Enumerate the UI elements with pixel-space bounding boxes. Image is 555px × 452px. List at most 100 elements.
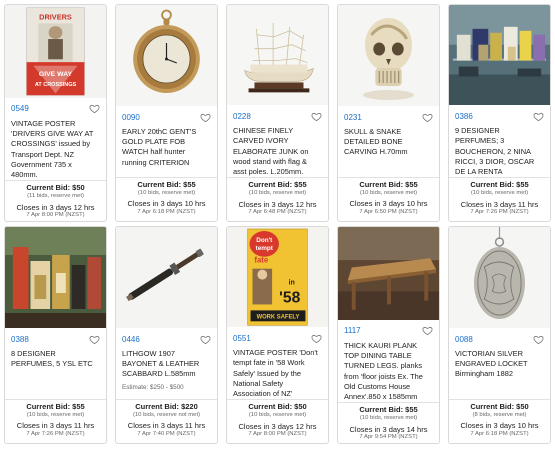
heart-icon[interactable] (422, 112, 433, 123)
bid-panel: Current Bid: $55 (10 bids, reserve met) … (338, 402, 439, 443)
lot-title[interactable]: CHINESE FINELY CARVED IVORY ELABORATE JU… (233, 126, 322, 177)
heart-icon[interactable] (533, 111, 544, 122)
lot-image[interactable] (338, 227, 439, 320)
lot-card[interactable]: 0386 9 DESIGNER PERFUMES; 3 BOUCHERON, 2… (448, 4, 551, 222)
bid-count: (10 bids, reserve met) (248, 411, 307, 418)
lot-number-link[interactable]: 0231 (344, 113, 362, 122)
bid-panel: Current Bid: $55 (10 bids, reserve met) … (227, 177, 328, 221)
lot-title[interactable]: 8 DESIGNER PERFUMES, 5 YSL ETC (11, 349, 100, 369)
bid-panel: Current Bid: $50 (11 bids, reserve met) … (5, 180, 106, 221)
heart-icon[interactable] (533, 334, 544, 345)
heart-icon[interactable] (89, 103, 100, 114)
skull-carving-image (338, 5, 439, 106)
heart-icon[interactable] (311, 333, 322, 344)
lot-title[interactable]: VICTORIAN SILVER ENGRAVED LOCKET Birming… (455, 349, 544, 380)
bid-count: (10 bids, reserve met) (26, 411, 85, 418)
bid-panel: Current Bid: $55 (10 bids, reserve met) … (449, 177, 550, 221)
lot-image[interactable]: DRIVERS GIVE WAY AT CROSSINGS (5, 5, 106, 98)
lot-number-link[interactable]: 0551 (233, 334, 251, 343)
perfume-boxes-image (449, 5, 550, 106)
closing-time: Closes in 3 days 11 hrs (16, 421, 95, 431)
lot-title[interactable]: VINTAGE POSTER 'Don't tempt fate in '58 … (233, 348, 322, 399)
lot-card[interactable]: 0446 LITHGOW 1907 BAYONET & LEATHER SCAB… (115, 226, 218, 444)
lot-card[interactable]: 0090 EARLY 20thC GENT'S GOLD PLATE FOB W… (115, 4, 218, 222)
closing-date: 7 Apr 9:54 PM (NZST) (359, 434, 418, 441)
heart-icon[interactable] (311, 111, 322, 122)
heart-icon[interactable] (89, 334, 100, 345)
closing-date: 7 Apr 7:26 PM (NZST) (26, 430, 85, 437)
lot-card[interactable]: 0231 SKULL & SNAKE DETAILED BONE CARVING… (337, 4, 440, 222)
closing-time: Closes in 3 days 10 hrs (349, 199, 428, 209)
closing-time: Closes in 3 days 11 hrs (127, 421, 206, 431)
lot-image[interactable] (116, 5, 217, 106)
poster-slogan: WORK SAFELY (257, 314, 300, 320)
poster-word-1: Don't (256, 237, 273, 244)
poster-word-4: in (289, 280, 295, 287)
lot-card[interactable]: 0228 CHINESE FINELY CARVED IVORY ELABORA… (226, 4, 329, 222)
lot-image[interactable] (449, 227, 550, 328)
lot-card[interactable]: 0088 VICTORIAN SILVER ENGRAVED LOCKET Bi… (448, 226, 551, 444)
lot-card[interactable]: DRIVERS GIVE WAY AT CROSSINGS 0549 VINTA… (4, 4, 107, 222)
ivory-junk-image (227, 5, 328, 106)
lot-title[interactable]: EARLY 20thC GENT'S GOLD PLATE FOB WATCH … (122, 127, 211, 168)
estimate: Estimate: $250 - $500 (122, 383, 184, 391)
lot-number-link[interactable]: 0388 (11, 335, 29, 344)
lot-title[interactable]: LITHGOW 1907 BAYONET & LEATHER SCABBARD … (122, 349, 211, 380)
lot-title[interactable]: THICK KAURI PLANK TOP DINING TABLE TURNE… (344, 341, 433, 402)
lot-number-link[interactable]: 0228 (233, 112, 251, 121)
lot-number-link[interactable]: 0088 (455, 335, 473, 344)
lot-card[interactable]: Don't tempt fate in '58 WORK SAFELY 0551… (226, 226, 329, 444)
lot-number-link[interactable]: 0090 (122, 113, 140, 122)
lot-number-link[interactable]: 0386 (455, 112, 473, 121)
heart-icon[interactable] (200, 334, 211, 345)
closing-time: Closes in 3 days 12 hrs (238, 421, 317, 431)
current-bid: Current Bid: $55 (137, 180, 196, 189)
fob-watch-image (116, 5, 217, 106)
closing-time: Closes in 3 days 12 hrs (238, 199, 317, 209)
bid-count: (10 bids, reserve met) (248, 189, 307, 196)
lot-number-link[interactable]: 0549 (11, 104, 29, 113)
lot-image[interactable] (116, 227, 217, 328)
heart-icon[interactable] (422, 325, 433, 336)
closing-date: 7 Apr 8:00 PM (NZST) (26, 212, 85, 219)
closing-date: 7 Apr 6:48 PM (NZST) (248, 209, 307, 216)
perfume-display-image (5, 227, 106, 328)
current-bid: Current Bid: $50 (470, 402, 529, 411)
lot-title[interactable]: 9 DESIGNER PERFUMES; 3 BOUCHERON, 2 NINA… (455, 126, 544, 177)
closing-date: 7 Apr 6:18 PM (NZST) (470, 430, 529, 437)
bid-panel: Current Bid: $220 (10 bids, reserve not … (116, 399, 217, 443)
closing-date: 7 Apr 7:40 PM (NZST) (137, 430, 196, 437)
lot-image[interactable] (5, 227, 106, 328)
lot-image[interactable] (227, 5, 328, 106)
lot-card[interactable]: 0388 8 DESIGNER PERFUMES, 5 YSL ETC Curr… (4, 226, 107, 444)
current-bid: Current Bid: $55 (26, 402, 85, 411)
current-bid: Current Bid: $55 (248, 180, 307, 190)
bid-panel: Current Bid: $55 (10 bids, reserve met) … (116, 177, 217, 221)
closing-time: Closes in 3 days 11 hrs (460, 199, 539, 209)
heart-icon[interactable] (200, 112, 211, 123)
closing-date: 7 Apr 8:00 PM (NZST) (248, 431, 307, 438)
bid-count: (10 bids, reserve met) (359, 189, 418, 196)
poster-word-2: tempt (256, 245, 274, 252)
current-bid: Current Bid: $55 (359, 405, 418, 415)
lot-image[interactable]: Don't tempt fate in '58 WORK SAFELY (227, 227, 328, 328)
poster-line-2: AT CROSSINGS (35, 82, 77, 88)
poster-year: '58 (279, 289, 300, 306)
poster-word-3: fate (254, 256, 269, 265)
lot-number-link[interactable]: 0446 (122, 335, 140, 344)
lot-image[interactable] (338, 5, 439, 106)
closing-date: 7 Apr 6:18 PM (NZST) (137, 208, 196, 215)
lot-title[interactable]: VINTAGE POSTER 'DRIVERS GIVE WAY AT CROS… (11, 119, 100, 180)
drivers-poster-image: DRIVERS GIVE WAY AT CROSSINGS (5, 5, 106, 98)
current-bid: Current Bid: $220 (135, 402, 198, 411)
bid-count: (11 bids, reserve met) (27, 192, 84, 199)
tempt-fate-poster-image: Don't tempt fate in '58 WORK SAFELY (227, 227, 328, 328)
lot-number-link[interactable]: 1117 (344, 326, 361, 335)
current-bid: Current Bid: $50 (26, 183, 85, 193)
lot-image[interactable] (449, 5, 550, 106)
bid-panel: Current Bid: $55 (10 bids, reserve met) … (338, 177, 439, 221)
current-bid: Current Bid: $55 (470, 180, 529, 190)
lot-title[interactable]: SKULL & SNAKE DETAILED BONE CARVING H.70… (344, 127, 433, 158)
closing-time: Closes in 3 days 12 hrs (16, 202, 95, 212)
lot-card[interactable]: 1117 THICK KAURI PLANK TOP DINING TABLE … (337, 226, 440, 444)
